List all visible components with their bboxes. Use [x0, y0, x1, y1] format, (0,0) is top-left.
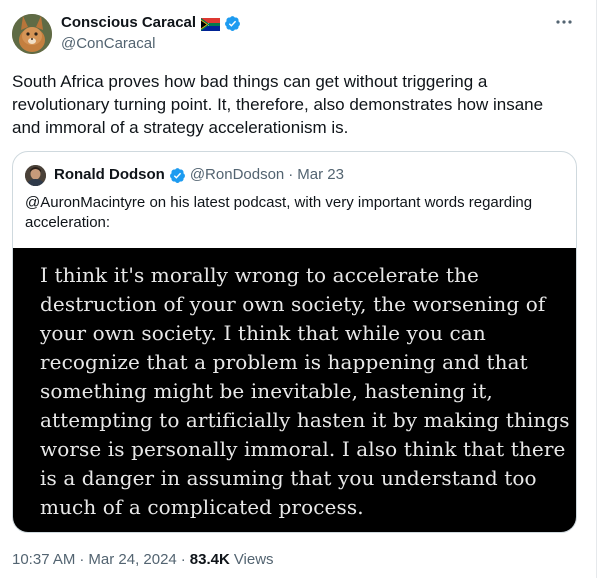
tweet-meta: 10:37 AM · Mar 24, 2024 · 83.4K Views [12, 550, 274, 570]
quoted-text: @AuronMacintyre on his latest podcast, w… [25, 194, 533, 231]
more-options-button[interactable] [554, 12, 574, 32]
quoted-author-avatar[interactable] [25, 165, 46, 186]
author-handle[interactable]: @ConCaracal [61, 34, 155, 54]
meta-separator: · [79, 551, 85, 568]
south-africa-flag-icon [201, 17, 221, 31]
tweet-text: South Africa proves how bad things can g… [12, 72, 544, 137]
views-label: Views [233, 551, 274, 568]
tweet-time[interactable]: 10:37 AM [12, 550, 75, 570]
quoted-image[interactable]: I think it's morally wrong to accelerate… [13, 248, 576, 532]
quoted-header: Ronald Dodson @RonDodson · Mar 23 [54, 165, 344, 185]
verified-badge-icon[interactable] [224, 15, 241, 32]
more-dots-icon [556, 20, 572, 24]
meta-separator-2: · [180, 551, 186, 568]
quoted-date[interactable]: Mar 23 [297, 165, 344, 185]
quoted-tweet[interactable]: Ronald Dodson @RonDodson · Mar 23 @Auron… [12, 151, 577, 533]
tweet-date[interactable]: Mar 24, 2024 [88, 550, 176, 570]
author-name-row: Conscious Caracal [61, 13, 241, 33]
quoted-author-handle[interactable]: @RonDodson [190, 165, 284, 185]
tweet-card: Conscious Caracal @ConCaracal South Afri… [0, 0, 597, 578]
quoted-image-text: I think it's morally wrong to accelerate… [40, 263, 570, 519]
quoted-verified-badge-icon[interactable] [169, 167, 186, 184]
quoted-author-name[interactable]: Ronald Dodson [54, 165, 165, 185]
quoted-separator: · [288, 166, 294, 183]
author-name[interactable]: Conscious Caracal [61, 13, 196, 33]
author-avatar[interactable] [12, 14, 52, 54]
views-count: 83.4K [189, 551, 230, 568]
